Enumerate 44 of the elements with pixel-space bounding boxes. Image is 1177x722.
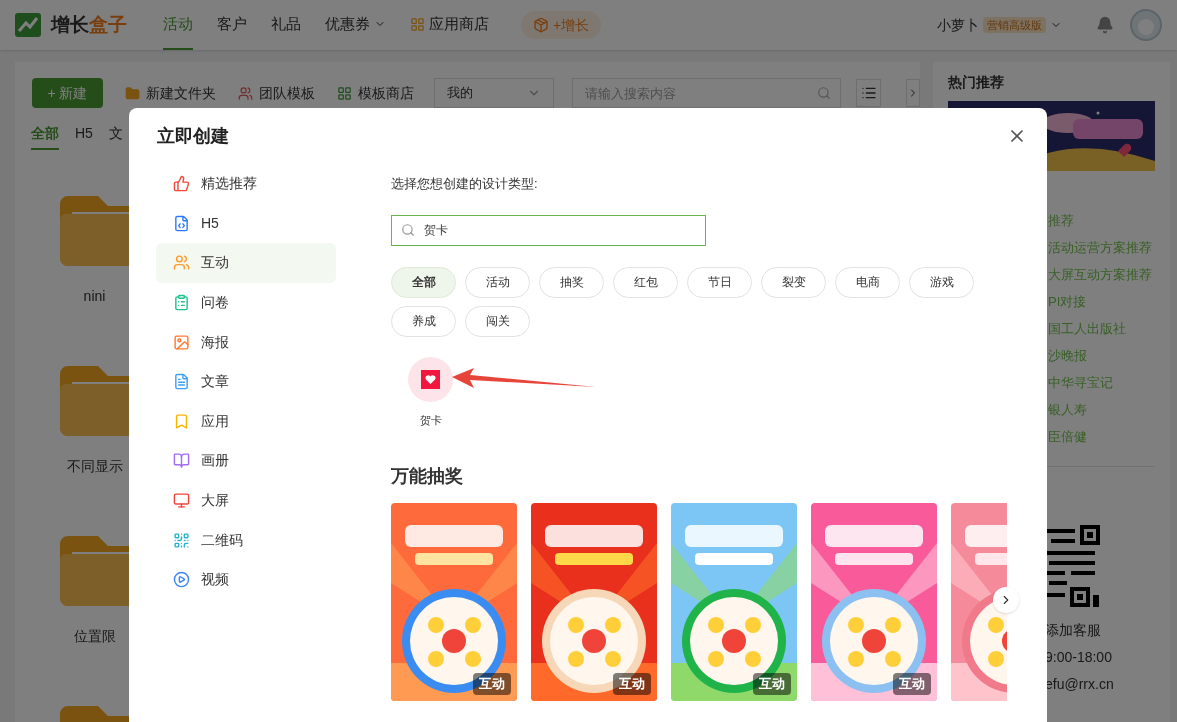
folder-name: 不同显示	[65, 457, 124, 476]
filter-select[interactable]: 我的	[433, 78, 555, 108]
category-item[interactable]: 大屏	[156, 480, 336, 521]
tab[interactable]: 文	[108, 123, 123, 150]
prompt-text: 选择您想创建的设计类型:	[391, 175, 539, 193]
category-item[interactable]: 互动	[156, 243, 336, 283]
dialog-title: 立即创建	[157, 124, 229, 148]
nav-item[interactable]: 应用商店	[410, 0, 489, 50]
contact-text: 9:00-18:00	[1045, 648, 1113, 667]
template-card[interactable]: 互动	[531, 502, 657, 701]
category-item[interactable]: H5	[156, 203, 336, 244]
template-card[interactable]: 互动	[811, 502, 937, 701]
category-tag: 互动	[753, 673, 791, 695]
panel-title: 热门推荐	[948, 73, 1005, 92]
contact-text: efu@rrx.cn	[1045, 675, 1115, 694]
category-item[interactable]: 画册	[156, 441, 336, 481]
template-card[interactable]: 互动	[391, 502, 517, 701]
nav-item[interactable]: 优惠券	[325, 0, 386, 50]
category-item[interactable]: 精选推荐	[156, 164, 336, 204]
category-item[interactable]: 应用	[156, 401, 336, 442]
template-card[interactable]: 互动	[671, 502, 797, 701]
category-tag: 互动	[893, 673, 931, 695]
category-item[interactable]: 视频	[156, 559, 336, 600]
user-name[interactable]: 小萝卜	[937, 14, 979, 36]
category-item[interactable]: 问卷	[156, 282, 336, 323]
category-item[interactable]: 海报	[156, 322, 336, 362]
logo-text: 增长盒子	[51, 12, 127, 37]
category-item[interactable]: 二维码	[156, 520, 336, 560]
toolbar-action[interactable]: 新建文件夹	[124, 82, 216, 104]
folder-name: nini	[82, 287, 107, 306]
category-tag: 互动	[473, 673, 511, 695]
category-tag: 互动	[613, 673, 651, 695]
section-title: 万能抽奖	[391, 464, 464, 488]
filter-chip[interactable]: 全部	[391, 266, 456, 298]
nav-item[interactable]: 客户	[217, 0, 247, 50]
toolbar-action[interactable]: 团队模板	[237, 82, 315, 104]
nav-item[interactable]: 礼品	[271, 0, 301, 50]
filter-chip[interactable]: 节日	[687, 266, 752, 298]
plan-tag: 营销高级版	[983, 16, 1046, 34]
tab[interactable]: H5	[75, 123, 93, 150]
toolbar-action[interactable]: 模板商店	[336, 82, 414, 104]
category-item[interactable]: 文章	[156, 361, 336, 402]
folder-name: 位置限	[72, 627, 117, 646]
type-search-field[interactable]: 贺卡	[391, 214, 706, 246]
